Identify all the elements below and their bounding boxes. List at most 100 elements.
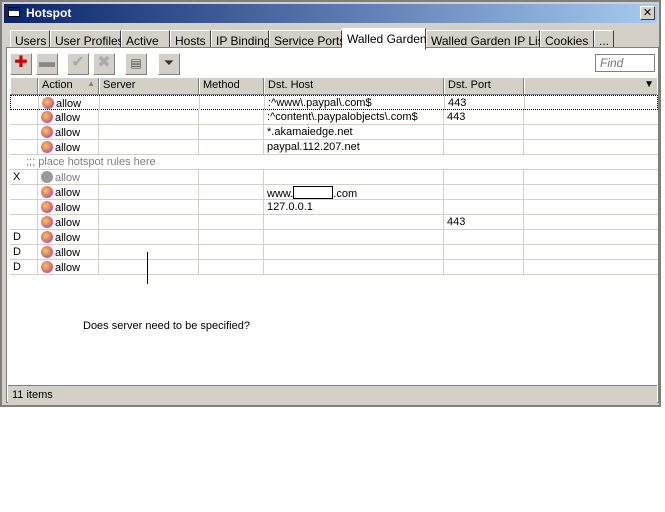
flag-cell xyxy=(10,185,38,199)
dst-host-cell-text: 127.0.0.1 xyxy=(267,201,313,213)
action-text: allow xyxy=(55,232,81,244)
action-text: allow xyxy=(55,262,81,274)
flag-cell xyxy=(10,200,38,214)
server-cell xyxy=(99,215,199,229)
header-method[interactable]: Method xyxy=(199,78,264,94)
item-count: 11 items xyxy=(12,389,53,401)
method-cell xyxy=(199,215,264,229)
allow-icon xyxy=(41,171,53,183)
action-cell: allow xyxy=(38,215,99,229)
method-cell xyxy=(200,96,265,110)
comment-button[interactable]: ▤ xyxy=(125,53,147,75)
table-row[interactable]: Xallow xyxy=(10,170,658,185)
flag-cell: D xyxy=(10,260,38,274)
table-row[interactable]: allow paypal.112.207.net xyxy=(10,140,658,155)
remove-button[interactable]: ▬ xyxy=(36,53,58,75)
walled-garden-panel: ✚ ▬ ✔ ✖ ▤ ⏷ Action ▲ Server Method Dst. … xyxy=(6,47,659,403)
server-cell xyxy=(99,230,199,244)
dst-port-cell-text: 443 xyxy=(448,97,467,109)
dst-host-cell-text: www. xyxy=(267,188,294,199)
check-icon: ✔ xyxy=(71,54,85,71)
disable-button[interactable]: ✖ xyxy=(93,53,115,75)
dst-host-cell: *.akamaiedge.net xyxy=(264,125,444,139)
flag-cell: D xyxy=(10,230,38,244)
dst-host-cell: www. .com xyxy=(264,185,444,199)
flag-cell xyxy=(10,125,38,139)
toolbar: ✚ ▬ ✔ ✖ ▤ ⏷ xyxy=(8,49,657,77)
action-cell: allow xyxy=(38,125,99,139)
action-cell: allow xyxy=(38,200,99,214)
flag-cell: D xyxy=(10,245,38,259)
column-menu-icon[interactable]: ▼ xyxy=(644,79,654,90)
filter-icon: ⏷ xyxy=(163,55,175,70)
table-row[interactable]: Dallow xyxy=(10,245,658,260)
annotation-text: Does server need to be specified? xyxy=(83,320,250,332)
action-text: allow xyxy=(55,112,81,124)
flag-cell-text: X xyxy=(13,171,21,183)
action-text: allow xyxy=(55,127,81,139)
enable-button[interactable]: ✔ xyxy=(67,53,89,75)
method-cell xyxy=(199,110,264,124)
tab-walled-garden[interactable]: Walled Garden xyxy=(342,28,427,50)
dst-host-cell-text: :^www\.paypal\.com$ xyxy=(268,97,372,109)
dst-port-cell xyxy=(444,260,524,274)
dst-host-cell-text: paypal.112.207.net xyxy=(267,141,360,153)
dst-port-cell: 443 xyxy=(445,96,525,110)
action-cell: allow xyxy=(38,185,99,199)
action-cell: allow xyxy=(38,110,99,124)
allow-icon xyxy=(41,261,53,273)
window-icon xyxy=(8,7,20,17)
table-row[interactable]: allow 443 xyxy=(10,215,658,230)
dst-host-cell: paypal.112.207.net xyxy=(264,140,444,154)
method-cell xyxy=(199,140,264,154)
action-text: allow xyxy=(55,172,81,184)
header-server[interactable]: Server xyxy=(99,78,199,94)
action-cell: allow xyxy=(38,245,99,259)
action-text: allow xyxy=(55,202,81,214)
table-row[interactable]: allow www. .com xyxy=(10,185,658,200)
allow-icon xyxy=(41,126,53,138)
method-cell xyxy=(199,260,264,274)
find-input[interactable] xyxy=(595,54,655,72)
table-row[interactable]: allow :^www\.paypal\.com$ 443 xyxy=(10,95,658,110)
table-row[interactable]: allow 127.0.0.1 xyxy=(10,200,658,215)
header-dst-port[interactable]: Dst. Port xyxy=(444,78,524,94)
close-button[interactable]: ✕ xyxy=(640,6,655,20)
annotation-line xyxy=(147,252,148,284)
action-text: allow xyxy=(55,217,81,229)
table-row[interactable]: Dallow xyxy=(10,230,658,245)
table-row[interactable]: allow *.akamaiedge.net xyxy=(10,125,658,140)
method-cell xyxy=(199,230,264,244)
flag-cell-text: D xyxy=(13,231,21,243)
flag-cell xyxy=(11,96,39,110)
flag-cell xyxy=(10,110,38,124)
header-flag xyxy=(10,78,38,94)
action-text: allow xyxy=(56,98,82,110)
dst-host-cell: :^www\.paypal\.com$ xyxy=(265,96,445,110)
dst-port-cell xyxy=(444,170,524,184)
window-title: Hotspot xyxy=(26,6,72,20)
title-bar[interactable]: Hotspot ✕ xyxy=(4,4,657,23)
server-cell xyxy=(99,260,199,274)
allow-icon xyxy=(41,231,53,243)
add-button[interactable]: ✚ xyxy=(10,53,32,75)
allow-icon xyxy=(41,246,53,258)
dst-port-cell xyxy=(444,185,524,199)
rule-comment: ;;; place hotspot rules here xyxy=(26,156,156,168)
dst-host-cell xyxy=(264,245,444,259)
dst-port-cell: 443 xyxy=(444,110,524,124)
filter-button[interactable]: ⏷ xyxy=(158,53,180,75)
note-icon: ▤ xyxy=(130,56,142,70)
table-row[interactable]: allow :^content\.paypalobjects\.com$ 443 xyxy=(10,110,658,125)
header-dst-host[interactable]: Dst. Host xyxy=(264,78,444,94)
method-cell xyxy=(199,125,264,139)
server-cell xyxy=(99,245,199,259)
table-row[interactable]: Dallow xyxy=(10,260,658,275)
header-action[interactable]: Action ▲ xyxy=(38,78,99,94)
dst-host-cell-text: :^content\.paypalobjects\.com$ xyxy=(267,111,418,123)
dst-port-cell xyxy=(444,140,524,154)
allow-icon xyxy=(41,201,53,213)
action-text: allow xyxy=(55,247,81,259)
cross-icon: ✖ xyxy=(97,54,111,71)
comment-row[interactable]: ;;; place hotspot rules here xyxy=(10,155,658,170)
